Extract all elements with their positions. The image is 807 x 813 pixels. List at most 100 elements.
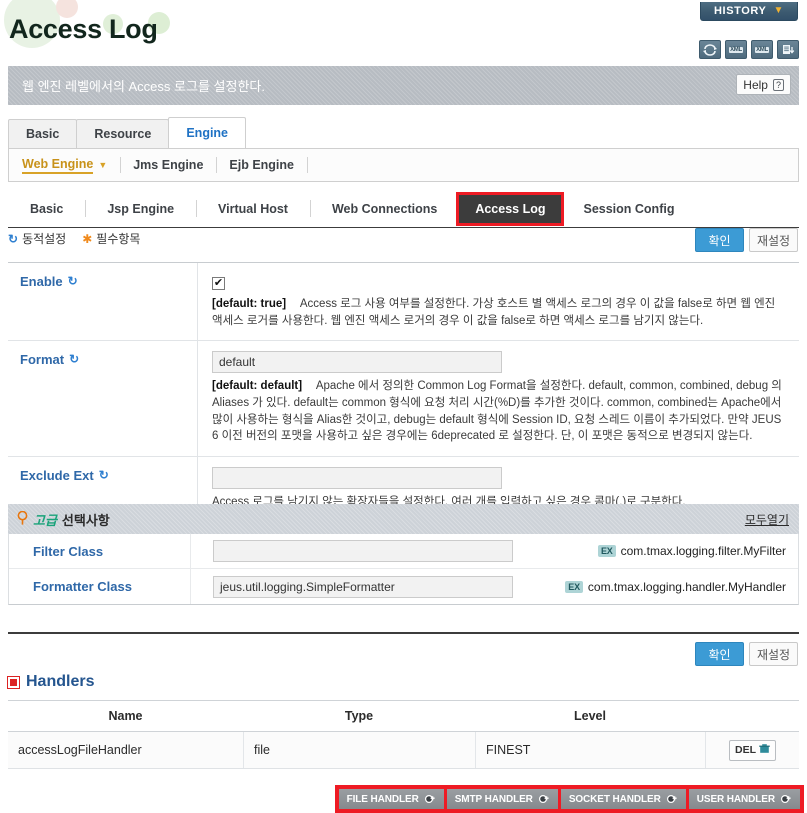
engine-web-label: Web Engine: [22, 157, 94, 174]
tab-engine[interactable]: Engine: [168, 117, 247, 148]
history-button[interactable]: HISTORY ▼: [700, 2, 798, 21]
advanced-section-header: 고급 선택사항 모두열기: [8, 504, 799, 534]
advanced-label-filter-class: Filter Class: [9, 534, 191, 568]
advanced-row-filter-class: Filter Class EX com.tmax.logging.filter.…: [9, 534, 798, 569]
format-input[interactable]: default: [212, 351, 502, 374]
square-marker-icon: [8, 676, 19, 688]
property-label-enable-text: Enable: [20, 274, 63, 289]
xml-upload-label: XML: [729, 46, 743, 53]
property-label-format-text: Format: [20, 352, 65, 368]
check-icon: ✔: [213, 277, 224, 289]
tab-access-log[interactable]: Access Log: [456, 191, 565, 226]
refresh-small-icon: ↻: [98, 468, 109, 483]
handlers-section-title: Handlers: [8, 673, 94, 691]
example-badge: EX: [598, 545, 616, 557]
delete-label: DEL: [735, 744, 756, 756]
refresh-small-icon: ↻: [8, 231, 19, 246]
add-circle-icon: [780, 793, 792, 805]
form-actions-bottom: 확인 재설정: [695, 642, 798, 666]
advanced-example-filter-class: EX com.tmax.logging.filter.MyFilter: [598, 544, 786, 558]
refresh-small-icon: ↻: [69, 352, 80, 367]
delete-handler-button[interactable]: DEL: [729, 739, 776, 761]
xml-download-icon[interactable]: XML: [751, 40, 773, 59]
pin-icon: [17, 510, 28, 528]
chevron-down-icon: ▼: [773, 5, 784, 16]
confirm-button-bottom[interactable]: 확인: [695, 642, 744, 666]
export-icon[interactable]: [777, 40, 799, 59]
add-circle-icon: [666, 793, 678, 805]
help-button[interactable]: Help ?: [736, 74, 791, 95]
add-circle-icon: [538, 793, 550, 805]
tab-virtual-host-label: Virtual Host: [218, 201, 288, 216]
legend: ↻ 동적설정 ✱ 필수항목: [8, 230, 140, 247]
secondary-tab-bar: Basic Jsp Engine Virtual Host Web Connec…: [8, 190, 799, 228]
toolbar-icons: XML XML: [699, 40, 799, 59]
socket-handler-label: SOCKET HANDLER: [568, 793, 661, 805]
property-desc-format: [default: default] Apache 에서 정의한 Common …: [212, 378, 785, 445]
legend-required: ✱ 필수항목: [82, 230, 140, 247]
file-handler-button[interactable]: FILE HANDLER: [338, 789, 444, 809]
example-text-formatter-class: com.tmax.logging.handler.MyHandler: [587, 579, 786, 594]
enable-checkbox[interactable]: ✔: [212, 277, 225, 290]
tab-web-connections-label: Web Connections: [331, 201, 438, 216]
xml-download-label: XML: [755, 46, 769, 53]
page-description: 웹 엔진 레벨에서의 Access 로그를 설정한다.: [22, 79, 265, 94]
formatter-class-input[interactable]: jeus.util.logging.SimpleFormatter: [213, 575, 513, 598]
property-value-enable: ✔ [default: true] Access 로그 사용 여부를 설정한다.…: [198, 263, 799, 340]
advanced-value-formatter-class: jeus.util.logging.SimpleFormatter: [191, 575, 565, 598]
advanced-row-formatter-class: Formatter Class jeus.util.logging.Simple…: [9, 569, 798, 604]
reset-button-top[interactable]: 재설정: [749, 228, 798, 252]
advanced-title: 고급 선택사항: [17, 510, 110, 529]
table-row[interactable]: accessLogFileHandler file FINEST DEL: [8, 732, 799, 769]
handler-type: file: [243, 732, 475, 768]
handler-level: FINEST: [475, 732, 705, 768]
exclude-ext-input[interactable]: [212, 467, 502, 490]
tab-basic-sub[interactable]: Basic: [8, 195, 85, 222]
form-actions-top: 확인 재설정: [695, 228, 798, 252]
legend-dynamic-label: 동적설정: [22, 232, 67, 246]
xml-upload-icon[interactable]: XML: [725, 40, 747, 59]
user-handler-button[interactable]: USER HANDLER: [688, 789, 800, 809]
advanced-table: Filter Class EX com.tmax.logging.filter.…: [8, 534, 799, 605]
filter-class-input[interactable]: [213, 540, 513, 562]
tab-basic[interactable]: Basic: [8, 119, 78, 148]
column-header-name: Name: [108, 709, 143, 723]
access-log-page: Access Log HISTORY ▼ XML XML 웹 엔진 레벨에서의 …: [0, 0, 807, 813]
tab-session-config-label: Session Config: [583, 201, 675, 216]
smtp-handler-label: SMTP HANDLER: [454, 793, 533, 805]
tab-virtual-host[interactable]: Virtual Host: [196, 195, 310, 222]
handlers-table-header: Name Type Level: [8, 700, 799, 732]
tab-basic-label: Basic: [26, 127, 60, 141]
engine-jms[interactable]: Jms Engine: [120, 149, 216, 181]
refresh-small-icon: ↻: [67, 274, 78, 288]
smtp-handler-button[interactable]: SMTP HANDLER: [446, 789, 558, 809]
tab-engine-label: Engine: [186, 126, 229, 140]
advanced-title-kr: 선택사항: [61, 512, 110, 528]
refresh-icon[interactable]: [699, 40, 721, 59]
example-badge: EX: [565, 580, 583, 593]
tab-web-connections[interactable]: Web Connections: [309, 195, 459, 222]
engine-selector-bar: Web Engine ▼ Jms Engine Ejb Engine: [8, 148, 799, 182]
handler-name: accessLogFileHandler: [18, 743, 142, 757]
tab-access-log-label: Access Log: [475, 201, 546, 216]
open-all-link[interactable]: 모두열기: [745, 511, 789, 528]
tab-session-config[interactable]: Session Config: [561, 195, 696, 222]
handler-add-buttons: FILE HANDLER SMTP HANDLER SOCKET HANDLER: [334, 785, 805, 813]
engine-ejb[interactable]: Ejb Engine: [216, 149, 307, 181]
engine-web[interactable]: Web Engine ▼: [9, 149, 120, 181]
advanced-title-ko: 고급: [33, 512, 57, 528]
tab-resource[interactable]: Resource: [76, 119, 170, 148]
socket-handler-button[interactable]: SOCKET HANDLER: [560, 789, 686, 809]
reset-button-bottom[interactable]: 재설정: [749, 642, 798, 666]
confirm-button-top[interactable]: 확인: [695, 228, 744, 252]
section-divider: [8, 632, 799, 634]
page-title: Access Log: [9, 14, 158, 44]
tab-resource-label: Resource: [94, 127, 152, 141]
property-row-format: Format ↻ default [default: default] Apac…: [8, 341, 799, 458]
property-row-enable: Enable ↻ ✔ [default: true] Access 로그 사용 …: [8, 263, 799, 342]
engine-ejb-label: Ejb Engine: [229, 158, 294, 172]
advanced-value-filter-class: [191, 540, 598, 562]
tab-jsp-engine[interactable]: Jsp Engine: [85, 195, 196, 222]
primary-tab-bar: Basic Resource Engine: [8, 117, 799, 148]
properties-table: Enable ↻ ✔ [default: true] Access 로그 사용 …: [8, 262, 799, 523]
